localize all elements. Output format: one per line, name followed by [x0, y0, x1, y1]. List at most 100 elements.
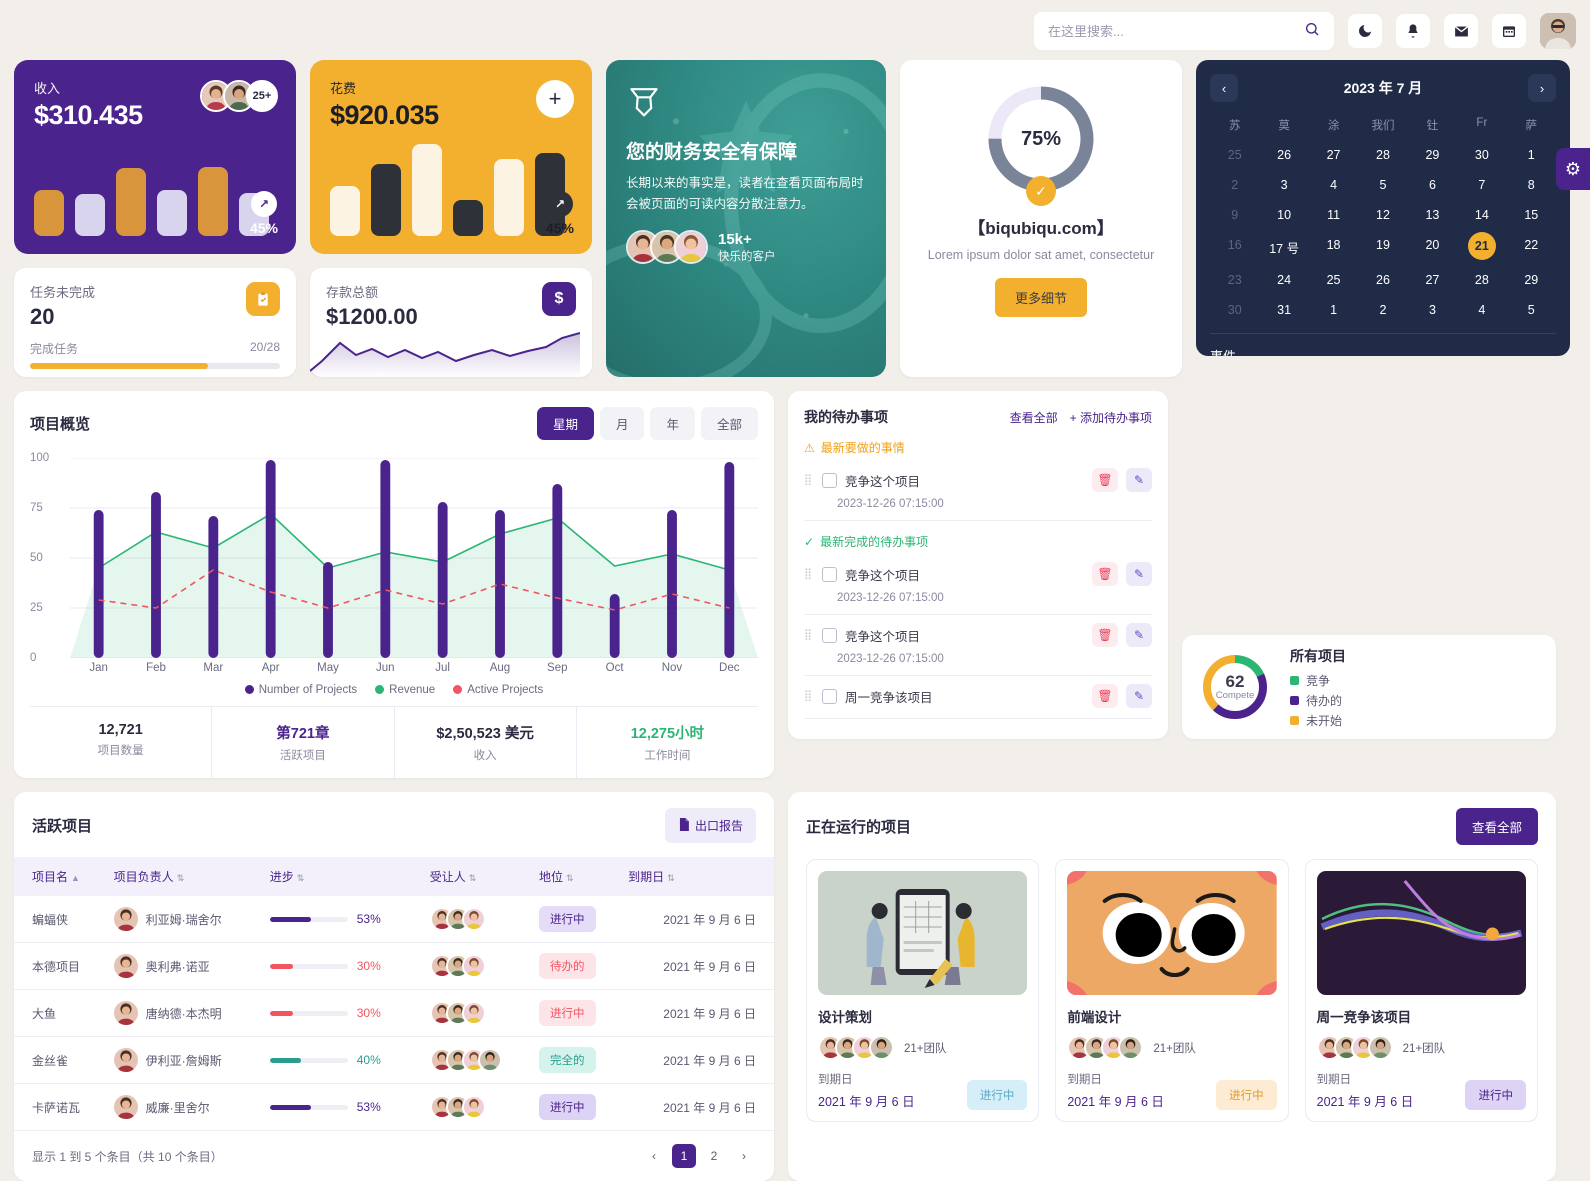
calendar-day[interactable]: 11 [1309, 202, 1358, 228]
sort-icon[interactable]: ⇅ [297, 873, 305, 883]
calendar-day[interactable]: 5 [1358, 172, 1407, 198]
calendar-day[interactable]: 25 [1210, 142, 1259, 168]
calendar-day[interactable]: 21 [1467, 232, 1496, 260]
calendar-day[interactable]: 31 [1259, 297, 1308, 323]
table-col-3[interactable]: 受让人 ⇅ [424, 857, 533, 896]
edit-icon[interactable]: ✎ [1126, 562, 1152, 586]
avatar[interactable] [1540, 13, 1576, 49]
pagination-next[interactable]: › [732, 1144, 756, 1168]
sort-icon[interactable]: ▲ [71, 873, 80, 883]
calendar-day[interactable]: 7 [1457, 172, 1506, 198]
add-expense-button[interactable]: + [536, 80, 574, 118]
calendar-day[interactable]: 30 [1457, 142, 1506, 168]
chart-tab-星期[interactable]: 星期 [536, 407, 594, 440]
calendar-day[interactable]: 28 [1457, 267, 1506, 293]
chart-tab-年[interactable]: 年 [650, 407, 695, 440]
delete-icon[interactable]: 🗑 [1092, 562, 1118, 586]
calendar-day[interactable]: 14 [1457, 202, 1506, 228]
calendar-day[interactable]: 2 [1210, 172, 1259, 198]
calendar-day[interactable]: 15 [1507, 202, 1556, 228]
calendar-day[interactable]: 20 [1408, 232, 1457, 263]
chart-range-tabs[interactable]: 星期月年全部 [536, 407, 758, 440]
calendar-day[interactable]: 18 [1309, 232, 1358, 263]
calendar-grid[interactable]: 苏莫涂我们钍 Fr 萨 25 26 27 28 29 30 1 2 3 4 5 6 7 8 9 10 11 12 13 14… [1210, 112, 1556, 323]
calendar-day[interactable]: 3 [1259, 172, 1308, 198]
calendar-day[interactable]: 29 [1408, 142, 1457, 168]
sort-icon[interactable]: ⇅ [566, 873, 574, 883]
todo-checkbox[interactable] [822, 472, 837, 488]
calendar-day[interactable]: 3 [1408, 297, 1457, 323]
calendar-day[interactable]: 26 [1259, 142, 1308, 168]
sort-icon[interactable]: ⇅ [469, 873, 477, 883]
calendar-day[interactable]: 30 [1210, 297, 1259, 323]
delete-icon[interactable]: 🗑 [1092, 468, 1118, 492]
calendar-day[interactable]: 5 [1507, 297, 1556, 323]
moon-icon[interactable] [1348, 14, 1382, 48]
calendar-day[interactable]: 24 [1259, 267, 1308, 293]
todo-checkbox[interactable] [822, 566, 837, 582]
avatar-more-count[interactable]: 25+ [246, 80, 278, 112]
calendar-day[interactable]: 1 [1507, 142, 1556, 168]
calendar-day[interactable]: 28 [1358, 142, 1407, 168]
pagination-page-2[interactable]: 2 [702, 1144, 726, 1168]
table-col-0[interactable]: 项目名 ▲ [14, 857, 108, 896]
table-head-row[interactable]: 项目名 ▲ 项目负责人 ⇅ 进步 ⇅ 受让人 ⇅ 地位 ⇅ 到期日 ⇅ [14, 857, 774, 896]
export-report-button[interactable]: 出口报告 [664, 808, 756, 843]
search-box[interactable] [1034, 12, 1334, 50]
project-status-button[interactable]: 进行中 [1465, 1080, 1526, 1110]
drag-handle[interactable]: ⣿ [804, 474, 814, 485]
edit-icon[interactable]: ✎ [1126, 684, 1152, 708]
calendar-day[interactable]: 4 [1309, 172, 1358, 198]
calendar-day[interactable]: 12 [1358, 202, 1407, 228]
bell-icon[interactable] [1396, 14, 1430, 48]
calendar-day[interactable]: 26 [1358, 267, 1407, 293]
delete-icon[interactable]: 🗑 [1092, 684, 1118, 708]
mail-icon[interactable] [1444, 14, 1478, 48]
drag-handle[interactable]: ⣿ [804, 568, 814, 579]
calendar-day[interactable]: 4 [1457, 297, 1506, 323]
drag-handle[interactable]: ⣿ [804, 690, 814, 701]
edit-icon[interactable]: ✎ [1126, 623, 1152, 647]
pagination-prev[interactable]: ‹ [642, 1144, 666, 1168]
calendar-day[interactable]: 9 [1210, 202, 1259, 228]
sort-icon[interactable]: ⇅ [667, 873, 675, 883]
project-status-button[interactable]: 进行中 [966, 1080, 1028, 1110]
calendar-day[interactable]: 19 [1358, 232, 1407, 263]
calendar-day[interactable]: 23 [1210, 267, 1259, 293]
running-view-all-button[interactable]: 查看全部 [1455, 808, 1538, 845]
delete-icon[interactable]: 🗑 [1092, 623, 1118, 647]
todo-add-link[interactable]: + 添加待办事项 [1070, 409, 1152, 426]
todo-view-all-link[interactable]: 查看全部 [1010, 409, 1058, 426]
drag-handle[interactable]: ⣿ [804, 629, 814, 640]
chart-tab-月[interactable]: 月 [599, 407, 645, 440]
calendar-day[interactable]: 8 [1507, 172, 1556, 198]
calendar-icon[interactable] [1492, 14, 1526, 48]
table-col-4[interactable]: 地位 ⇅ [533, 857, 622, 896]
more-details-button[interactable]: 更多细节 [994, 278, 1087, 317]
table-col-5[interactable]: 到期日 ⇅ [622, 857, 774, 896]
pagination-page-1[interactable]: 1 [672, 1144, 696, 1168]
calendar-day[interactable]: 22 [1507, 232, 1556, 263]
search-input[interactable] [1048, 23, 1280, 39]
edit-icon[interactable]: ✎ [1126, 468, 1152, 492]
todo-checkbox[interactable] [822, 627, 837, 643]
calendar-day[interactable]: 17 号 [1259, 232, 1308, 263]
chart-tab-全部[interactable]: 全部 [700, 407, 758, 440]
sort-icon[interactable]: ⇅ [177, 873, 185, 883]
calendar-day[interactable]: 6 [1408, 172, 1457, 198]
calendar-day[interactable]: 27 [1408, 267, 1457, 293]
calendar-day[interactable]: 1 [1309, 297, 1358, 323]
calendar-day[interactable]: 13 [1408, 202, 1457, 228]
calendar-day[interactable]: 2 [1358, 297, 1407, 323]
table-col-2[interactable]: 进步 ⇅ [264, 857, 424, 896]
table-col-1[interactable]: 项目负责人 ⇅ [108, 857, 264, 896]
gear-icon[interactable]: ⚙ [1556, 148, 1590, 190]
search-icon[interactable] [1304, 21, 1320, 42]
calendar-prev-button[interactable]: ‹ [1210, 74, 1238, 102]
table-pagination[interactable]: ‹ 1 2 › [642, 1144, 756, 1168]
project-card[interactable]: 周一竞争该项目 21+团队 到期日 2021 年 9 月 6 日 进行中 [1304, 859, 1538, 1122]
calendar-day[interactable]: 29 [1507, 267, 1556, 293]
calendar-day[interactable]: 25 [1309, 267, 1358, 293]
calendar-day[interactable]: 27 [1309, 142, 1358, 168]
project-card[interactable]: 前端设计 21+团队 到期日 2021 年 9 月 6 日 进行中 [1055, 859, 1289, 1122]
